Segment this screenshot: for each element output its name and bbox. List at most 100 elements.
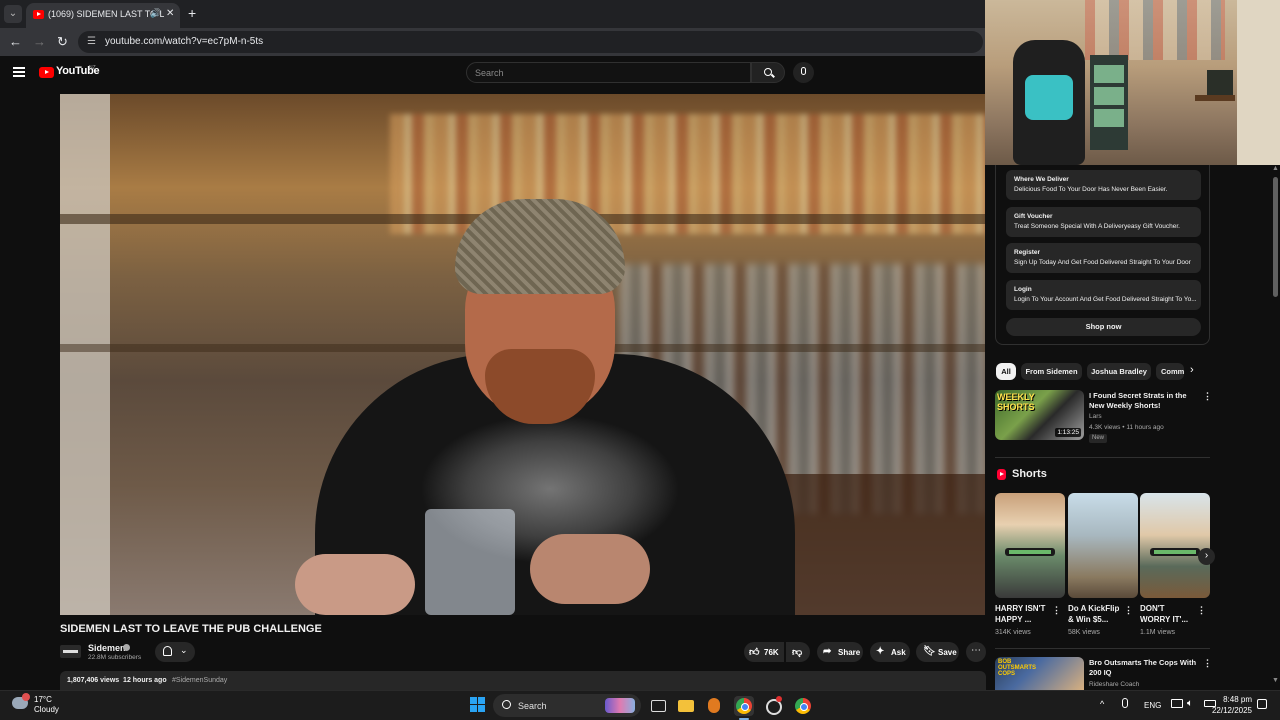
save-label: Save (938, 648, 957, 657)
more-vert-icon[interactable]: ⋮ (1203, 658, 1212, 669)
chip-from-sidemen[interactable]: From Sidemen (1021, 363, 1082, 380)
taskbar-search[interactable]: Search (493, 694, 641, 717)
notifications-icon[interactable] (1257, 699, 1267, 709)
recommended-thumbnail[interactable]: WEEKLY SHORTS 1:13:25 (995, 390, 1084, 440)
microphone-icon[interactable] (1122, 698, 1128, 708)
view-count: 1,807,406 views (67, 677, 120, 684)
channel-avatar[interactable] (60, 645, 81, 658)
volume-icon[interactable]: 🔈︎ (1187, 698, 1193, 709)
new-badge: New (1089, 434, 1108, 443)
voice-search-button[interactable] (793, 62, 814, 83)
weather-temperature[interactable]: 17°C (34, 695, 52, 704)
speaker-icon[interactable]: 🔊 (150, 8, 161, 19)
app-circle-icon[interactable] (763, 696, 783, 716)
search-box[interactable] (466, 62, 751, 83)
site-info-icon[interactable]: ☰ (87, 36, 96, 47)
shorts-next-button[interactable]: › (1198, 548, 1215, 565)
scroll-down-icon[interactable]: ▼ (1272, 677, 1279, 684)
youtube-logo-icon[interactable] (39, 67, 54, 78)
close-icon[interactable]: ✕ (166, 8, 174, 19)
shop-now-button[interactable]: Shop now (1006, 318, 1201, 336)
divider (995, 648, 1210, 649)
share-button[interactable]: ➦ Share (817, 642, 863, 662)
sidebar-scrollbar[interactable]: ▲ ▼ (1271, 165, 1280, 690)
more-actions-button[interactable]: ⋯ (966, 642, 986, 662)
back-icon[interactable]: ← (9, 34, 22, 49)
short-views: 314K views (995, 629, 1031, 636)
ad-link-title: Gift Voucher (1014, 213, 1053, 220)
sponsored-ad-card: Where We Deliver Delicious Food To Your … (995, 165, 1210, 345)
notification-bell-button[interactable]: ⌄ (155, 642, 195, 662)
short-thumbnail[interactable] (1068, 493, 1138, 598)
more-vert-icon[interactable]: ⋮ (1197, 605, 1206, 616)
omnibox[interactable]: ☰ youtube.com/watch?v=ec7pM-n-5ts (78, 31, 983, 53)
new-tab-button[interactable]: + (188, 5, 196, 21)
recommended-channel[interactable]: Rideshare Coach (1089, 681, 1139, 688)
hashtag-link[interactable]: #SidemenSunday (172, 677, 227, 684)
weather-icon[interactable] (12, 693, 30, 709)
recommended-meta: 4.3K views • 11 hours ago (1089, 424, 1164, 431)
more-vert-icon[interactable]: ⋮ (1124, 605, 1133, 616)
ask-button[interactable]: ✦ Ask (870, 642, 910, 662)
ad-link-register[interactable]: Register Sign Up Today And Get Food Deli… (1006, 243, 1201, 273)
language-indicator[interactable]: ENG (1144, 701, 1161, 710)
region-code: NZ (89, 65, 96, 71)
chip-comm[interactable]: Comm (1156, 363, 1184, 380)
thumbnail-text: BOB OUTSMARTS COPS (998, 659, 1036, 677)
scroll-up-icon[interactable]: ▲ (1272, 165, 1279, 172)
notification-badge (776, 696, 782, 702)
video-duration: 1:13:25 (1055, 428, 1081, 437)
chrome-profile-icon[interactable] (793, 696, 813, 716)
recommended-thumbnail[interactable]: BOB OUTSMARTS COPS (995, 657, 1084, 690)
short-thumbnail[interactable] (995, 493, 1065, 598)
clock-time[interactable]: 8:48 pm (1218, 695, 1252, 704)
description-box[interactable]: 1,807,406 views 12 hours ago #SidemenSun… (60, 671, 986, 691)
network-icon[interactable] (1171, 699, 1183, 708)
taskbar-search-label: Search (518, 701, 547, 711)
app-shield-icon[interactable] (704, 696, 724, 716)
search-button[interactable] (751, 62, 785, 83)
ad-link-gift-voucher[interactable]: Gift Voucher Treat Someone Special With … (1006, 207, 1201, 237)
file-explorer-icon[interactable] (676, 696, 696, 716)
weather-condition[interactable]: Cloudy (34, 705, 59, 714)
more-vert-icon[interactable]: ⋮ (1203, 391, 1212, 402)
more-vert-icon[interactable]: ⋮ (1052, 605, 1061, 616)
video-scene (60, 94, 110, 615)
chevron-right-icon[interactable]: › (1190, 364, 1194, 376)
save-button[interactable]: 🔖︎ Save (916, 642, 959, 662)
subscriber-count: 22.8M subscribers (88, 654, 142, 661)
tray-overflow-icon[interactable]: ^ (1100, 699, 1104, 709)
shorts-heading: Shorts (1012, 468, 1047, 480)
short-thumbnail[interactable] (1140, 493, 1210, 598)
like-button[interactable]: 👍︎ 76K (744, 642, 784, 662)
tab-list-button[interactable]: ⌄ (4, 5, 22, 23)
windows-start-icon[interactable] (470, 697, 486, 713)
ad-link-where-we-deliver[interactable]: Where We Deliver Delicious Food To Your … (1006, 170, 1201, 200)
chip-all[interactable]: All (996, 363, 1016, 380)
browser-tab[interactable]: (1069) SIDEMEN LAST TO LEAVE THE PUB CHA… (26, 3, 180, 28)
forward-icon[interactable]: → (33, 34, 46, 49)
short-title[interactable]: HARRY ISN'T HAPPY ... (995, 603, 1050, 625)
verified-icon (123, 644, 130, 651)
clock-date[interactable]: 22/12/2025 (1205, 706, 1252, 715)
task-view-icon[interactable] (648, 696, 668, 716)
hamburger-menu-icon[interactable] (13, 67, 25, 77)
divider (995, 457, 1210, 458)
dislike-button[interactable]: 👎︎ (786, 642, 810, 662)
chrome-icon[interactable] (734, 696, 754, 716)
recommended-channel[interactable]: Lars (1089, 413, 1102, 420)
recommended-title[interactable]: I Found Secret Strats in the New Weekly … (1089, 391, 1199, 411)
ad-link-title: Login (1014, 286, 1032, 293)
microphone-icon (801, 67, 806, 75)
short-title[interactable]: Do A KickFlip & Win $5... (1068, 603, 1123, 625)
video-player[interactable] (60, 94, 985, 615)
chip-joshua-bradley[interactable]: Joshua Bradley (1087, 363, 1151, 380)
ad-link-login[interactable]: Login Login To Your Account And Get Food… (1006, 280, 1201, 310)
recommended-title[interactable]: Bro Outsmarts The Cops With 200 IQ (1089, 658, 1199, 678)
url-text[interactable]: youtube.com/watch?v=ec7pM-n-5ts (105, 36, 263, 47)
scrollbar-thumb[interactable] (1273, 177, 1278, 297)
short-title[interactable]: DON'T WORRY IT'... (1140, 603, 1195, 625)
channel-name[interactable]: Sidemen (88, 643, 126, 653)
reload-icon[interactable]: ↻ (57, 34, 68, 50)
search-input[interactable] (475, 66, 735, 80)
